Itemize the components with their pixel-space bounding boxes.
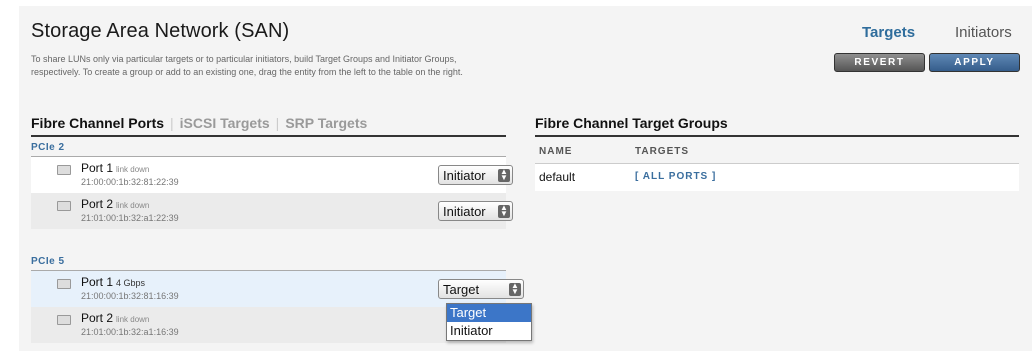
target-group-name: default	[539, 170, 576, 184]
port-type-tabs: Fibre Channel Ports | iSCSI Targets | SRP Ta…	[31, 115, 367, 131]
port-status: 4 Gbps	[116, 278, 146, 288]
group-label-pcie-2: PCIe 2	[31, 142, 65, 153]
tab-separator: |	[170, 115, 174, 131]
dropdown-option-initiator[interactable]: Initiator	[447, 322, 531, 340]
dropdown-option-target[interactable]: Target	[447, 304, 531, 322]
target-groups-heading: Fibre Channel Target Groups	[535, 115, 728, 131]
port-icon	[57, 201, 71, 211]
port-mode-value: Initiator	[443, 168, 486, 183]
select-arrows-icon: ▲ ▼	[498, 168, 510, 182]
tab-targets[interactable]: Targets	[862, 24, 915, 41]
page-title: Storage Area Network (SAN)	[31, 20, 290, 42]
tab-srp-targets[interactable]: SRP Targets	[285, 115, 367, 131]
port-wwn: 21:00:00:1b:32:81:22:39	[81, 177, 179, 187]
port-row[interactable]: Port 14 Gbps 21:00:00:1b:32:81:16:39 Tar…	[31, 271, 524, 307]
port-status: link down	[116, 165, 150, 174]
right-heading-rule	[535, 135, 1019, 137]
port-mode-select[interactable]: Initiator ▲ ▼	[438, 165, 513, 185]
left-heading-rule	[31, 135, 506, 137]
column-header-name: NAME	[539, 146, 573, 157]
port-icon	[57, 279, 71, 289]
port-row[interactable]: Port 2 link down 21:01:00:1b:32:a1:22:39 …	[31, 193, 513, 229]
apply-button[interactable]: APPLY	[929, 53, 1020, 72]
san-panel: Storage Area Network (SAN) Targets Initi…	[19, 6, 1032, 351]
port-name: Port 1	[81, 275, 114, 289]
port-status: link down	[116, 201, 150, 210]
tab-fibre-channel-ports[interactable]: Fibre Channel Ports	[31, 115, 164, 131]
port-row[interactable]: Port 2 link down 21:01:00:1b:32:a1:16:39	[31, 307, 506, 343]
port-wwn: 21:01:00:1b:32:a1:22:39	[81, 213, 179, 223]
tab-separator: |	[275, 115, 280, 131]
port-mode-dropdown[interactable]: Target Initiator	[446, 303, 532, 341]
revert-button[interactable]: REVERT	[834, 53, 925, 72]
port-status: link down	[116, 315, 150, 324]
description-line-2: respectively. To create a group or add t…	[31, 67, 463, 77]
tab-iscsi-targets[interactable]: iSCSI Targets	[180, 115, 270, 131]
select-arrows-icon: ▲ ▼	[509, 282, 521, 296]
tab-initiators[interactable]: Initiators	[955, 24, 1012, 41]
target-group-targets: [ ALL PORTS ]	[635, 171, 717, 182]
port-wwn: 21:01:00:1b:32:a1:16:39	[81, 327, 179, 337]
port-icon	[57, 165, 71, 175]
page-description: To share LUNs only via particular target…	[31, 53, 671, 79]
group-label-pcie-5: PCIe 5	[31, 256, 65, 267]
port-name: Port 2	[81, 197, 114, 211]
port-name: Port 2	[81, 311, 114, 325]
port-mode-value: Initiator	[443, 204, 486, 219]
port-wwn: 21:00:00:1b:32:81:16:39	[81, 291, 179, 301]
port-mode-select[interactable]: Initiator ▲ ▼	[438, 201, 513, 221]
port-icon	[57, 315, 71, 325]
select-arrows-icon: ▲ ▼	[498, 204, 510, 218]
port-mode-value: Target	[443, 282, 480, 297]
port-mode-select[interactable]: Target ▲ ▼	[438, 279, 524, 299]
port-row[interactable]: Port 1 link down 21:00:00:1b:32:81:22:39 …	[31, 157, 513, 193]
target-group-row[interactable]: default [ ALL PORTS ]	[535, 163, 1019, 191]
description-line-1: To share LUNs only via particular target…	[31, 54, 457, 64]
column-header-targets: TARGETS	[635, 146, 690, 157]
port-name: Port 1	[81, 161, 114, 175]
